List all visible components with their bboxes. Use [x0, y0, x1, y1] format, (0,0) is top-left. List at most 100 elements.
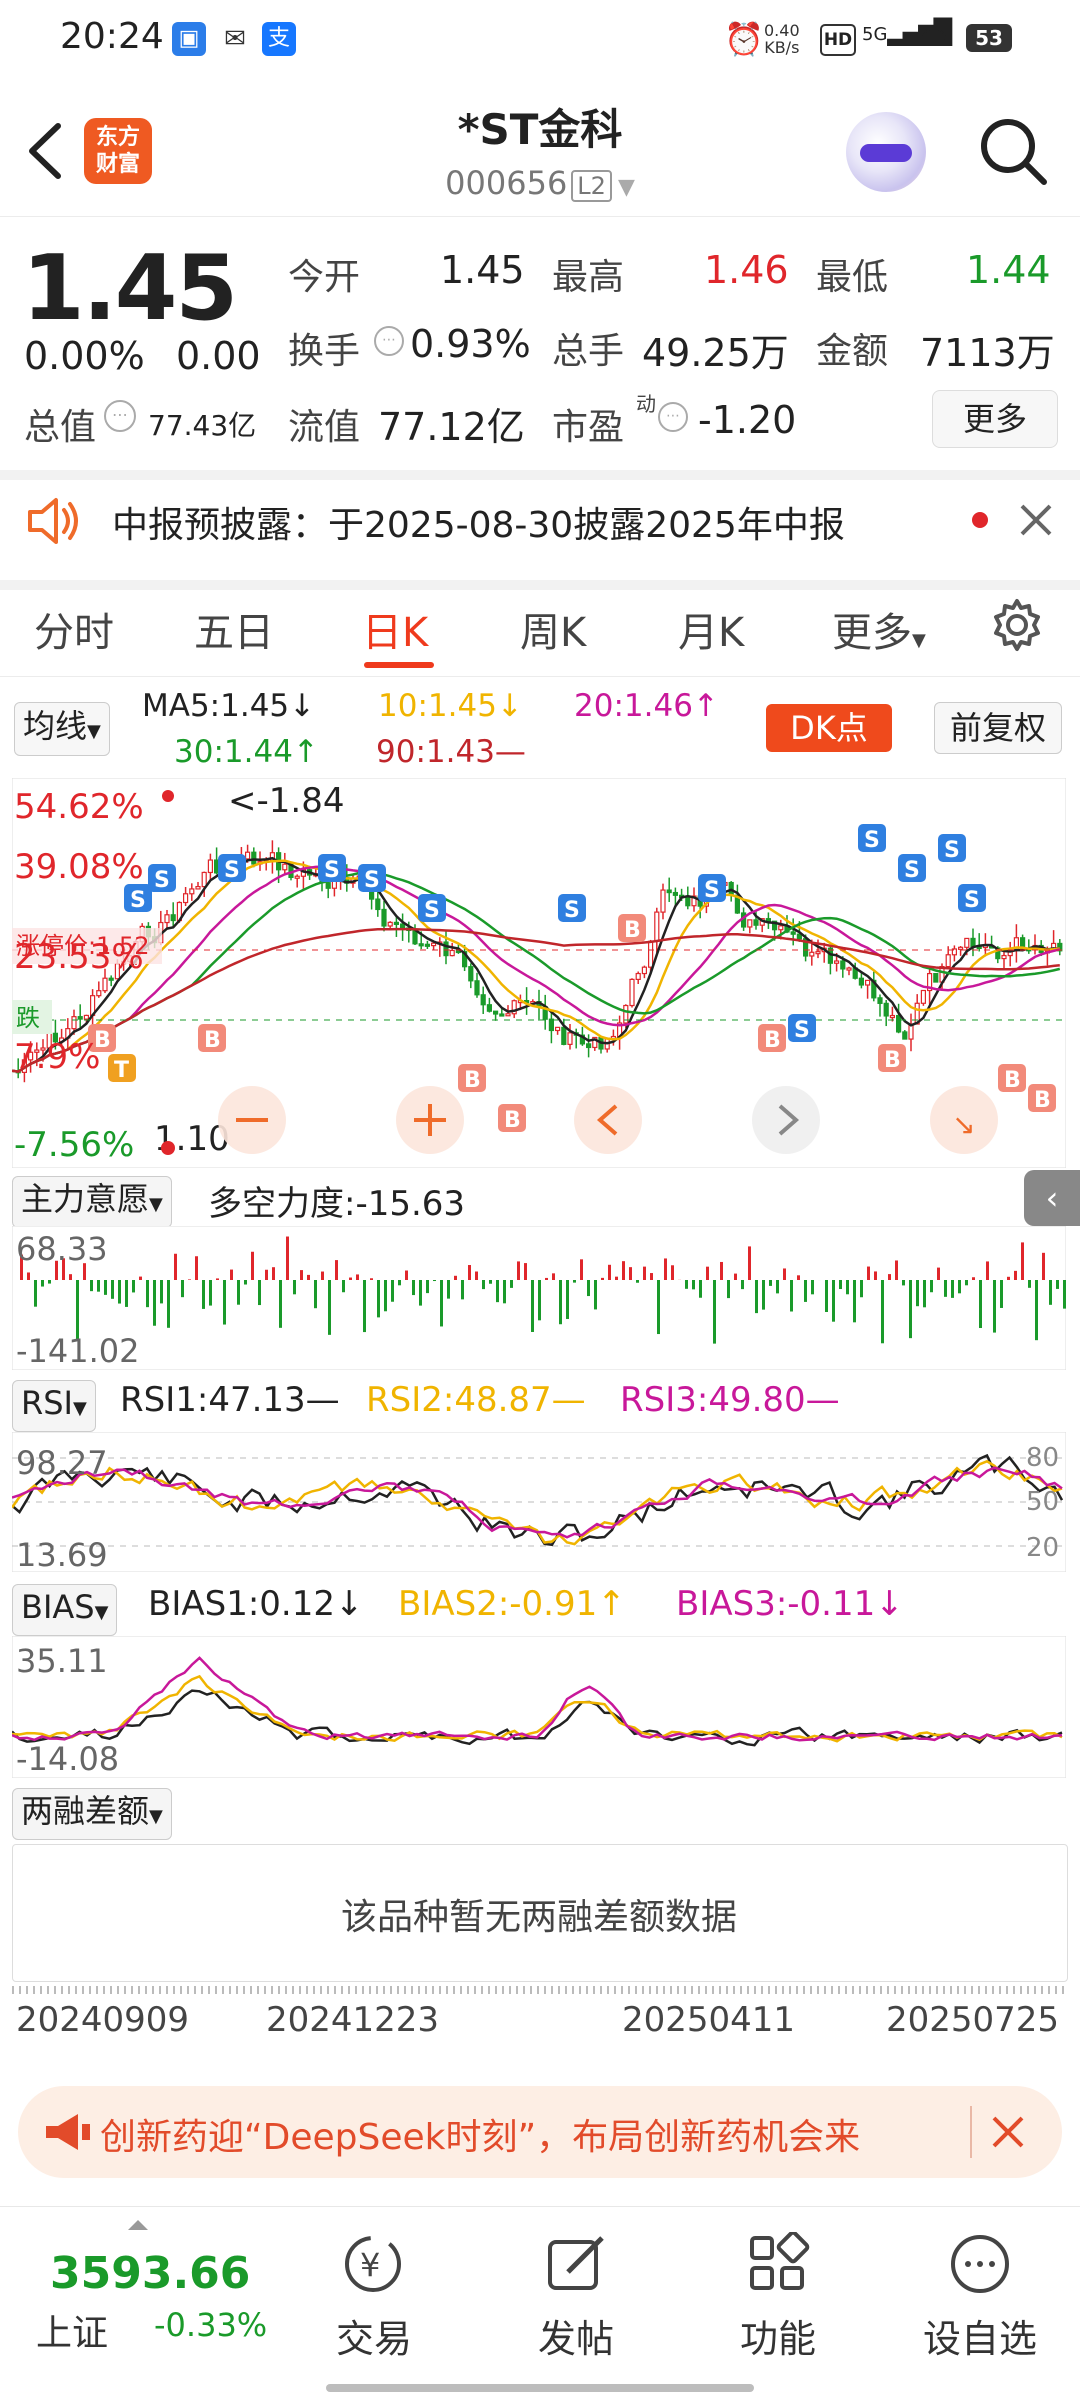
dk-point-button[interactable]: DK点 — [766, 704, 892, 752]
candle-body — [295, 876, 299, 878]
expand-up-icon[interactable] — [128, 2220, 148, 2230]
signal-marker: S — [148, 864, 176, 893]
force-bar-negative — [657, 1280, 660, 1334]
apps-icon[interactable] — [746, 2232, 810, 2296]
rsi-selector[interactable]: RSI▼ — [12, 1380, 96, 1432]
signal-marker: S — [218, 854, 246, 883]
signal-marker: S — [858, 824, 886, 853]
nav-trade[interactable]: 交易 — [304, 2308, 444, 2363]
bias-selector[interactable]: BIAS▼ — [12, 1584, 117, 1636]
signal-label: B — [884, 1048, 901, 1073]
promo-text[interactable]: 创新药迎“DeepSeek时刻”，布局创新药机会来 — [100, 2108, 960, 2160]
force-bar-negative — [412, 1280, 415, 1295]
assistant-robot-avatar[interactable] — [846, 112, 926, 192]
gear-icon[interactable] — [990, 598, 1044, 652]
force-bar-negative — [916, 1280, 919, 1306]
divider — [0, 676, 1080, 677]
network-speed: 0.40KB/s — [764, 22, 800, 56]
candle-body — [754, 920, 758, 925]
info-icon[interactable]: ⋯ — [104, 400, 136, 432]
signal-label: B — [1004, 1068, 1021, 1093]
candle-body — [184, 894, 188, 903]
search-icon[interactable] — [976, 114, 1050, 188]
candle-body — [475, 981, 479, 995]
post-icon[interactable] — [544, 2232, 610, 2296]
force-bar-positive — [454, 1276, 457, 1280]
nav-post[interactable]: 发帖 — [506, 2308, 646, 2363]
force-bar-negative — [692, 1280, 695, 1289]
index-change: -0.33% — [154, 2306, 267, 2344]
pe-dynamic-mark: 动 — [636, 388, 656, 417]
candle-body — [246, 852, 250, 859]
force-bar-negative — [573, 1280, 576, 1283]
force-bar-negative — [559, 1280, 562, 1324]
mktcap-label: 总值 — [24, 398, 96, 450]
force-bar-negative — [90, 1280, 93, 1291]
candle-body — [686, 898, 690, 906]
tab-more[interactable]: 更多▼ — [832, 600, 926, 658]
force-bar-negative — [447, 1280, 450, 1299]
force-bar-positive — [230, 1270, 233, 1280]
index-value[interactable]: 3593.66 — [50, 2248, 250, 2299]
force-bar-negative — [804, 1280, 807, 1302]
info-icon[interactable]: ⋯ — [374, 326, 404, 356]
watchlist-add-icon[interactable] — [948, 2232, 1012, 2296]
notification-icon: ▣ — [172, 22, 206, 56]
force-bar-negative — [951, 1280, 954, 1298]
force-bar-negative — [839, 1280, 842, 1289]
nav-add-watchlist[interactable]: 设自选 — [910, 2308, 1050, 2363]
trade-icon[interactable]: ¥ — [338, 2232, 408, 2296]
scroll-left-button[interactable] — [574, 1086, 642, 1154]
signal-marker: S — [558, 894, 586, 923]
margin-selector[interactable]: 两融差额▼ — [12, 1788, 172, 1840]
expand-panel-button[interactable]: ‹ — [1024, 1170, 1080, 1226]
close-icon[interactable] — [990, 2114, 1026, 2150]
more-quote-button[interactable]: 更多 — [932, 390, 1058, 448]
force-bar-positive — [370, 1278, 373, 1280]
force-bar-negative — [699, 1280, 702, 1298]
adjust-mode-button[interactable]: 前复权 — [934, 702, 1062, 754]
notice-text[interactable]: 中报预披露：于2025-08-30披露2025年中报 — [112, 496, 845, 548]
candle-body — [934, 974, 938, 982]
ma-selector[interactable]: 均线▼ — [14, 702, 110, 756]
force-bar-positive — [622, 1261, 625, 1280]
candlestick-chart[interactable]: BTSSBSSSSBBSBSBSSSSSBBB 54.62% 39.08% 涨停… — [12, 778, 1066, 1168]
force-bar-negative — [1049, 1280, 1052, 1305]
tab-weekly-k[interactable]: 周K — [520, 600, 586, 658]
force-bar-positive — [188, 1279, 191, 1280]
wifi-icon: ◠ — [920, 18, 948, 56]
candle-body — [506, 1014, 510, 1016]
index-name[interactable]: 上证 — [36, 2304, 108, 2356]
nav-functions[interactable]: 功能 — [708, 2308, 848, 2363]
tab-daily-k[interactable]: 日K — [362, 600, 428, 658]
svg-text:¥: ¥ — [360, 2246, 380, 2284]
candle-body — [500, 1014, 504, 1016]
home-indicator[interactable] — [326, 2384, 754, 2392]
signal-marker: B — [618, 914, 646, 943]
force-bar-negative — [377, 1280, 380, 1317]
candle-body — [326, 883, 330, 889]
close-icon[interactable] — [1018, 502, 1054, 538]
force-bar-negative — [636, 1280, 639, 1283]
high-value: 1.46 — [704, 248, 789, 292]
scroll-right-button[interactable] — [752, 1086, 820, 1154]
signal-label: S — [964, 888, 980, 913]
axis-max: 98.27 — [16, 1444, 108, 1482]
signal-marker: B — [758, 1024, 786, 1053]
time-scrollbar[interactable] — [12, 1986, 1066, 1994]
candle-body — [376, 899, 380, 909]
tab-intraday[interactable]: 分时 — [34, 600, 114, 658]
signal-marker: S — [698, 874, 726, 903]
axis-min: -141.02 — [16, 1332, 140, 1370]
date-label: 20250411 — [622, 2000, 795, 2040]
force-bar-positive — [552, 1273, 555, 1280]
main-force-selector[interactable]: 主力意愿▼ — [12, 1176, 172, 1228]
tab-five-day[interactable]: 五日 — [194, 600, 274, 658]
tab-monthly-k[interactable]: 月K — [678, 600, 744, 658]
force-bar-positive — [629, 1267, 632, 1280]
megaphone-icon — [44, 2112, 94, 2152]
force-bar-negative — [1056, 1280, 1059, 1289]
status-bar: 20:24 ▣ ✉ 支 ⏰ 0.40KB/s HD 5G▂▄▆█ ◠ 53 — [0, 0, 1080, 80]
candle-body — [481, 995, 485, 1005]
info-icon[interactable]: ⋯ — [658, 402, 688, 432]
